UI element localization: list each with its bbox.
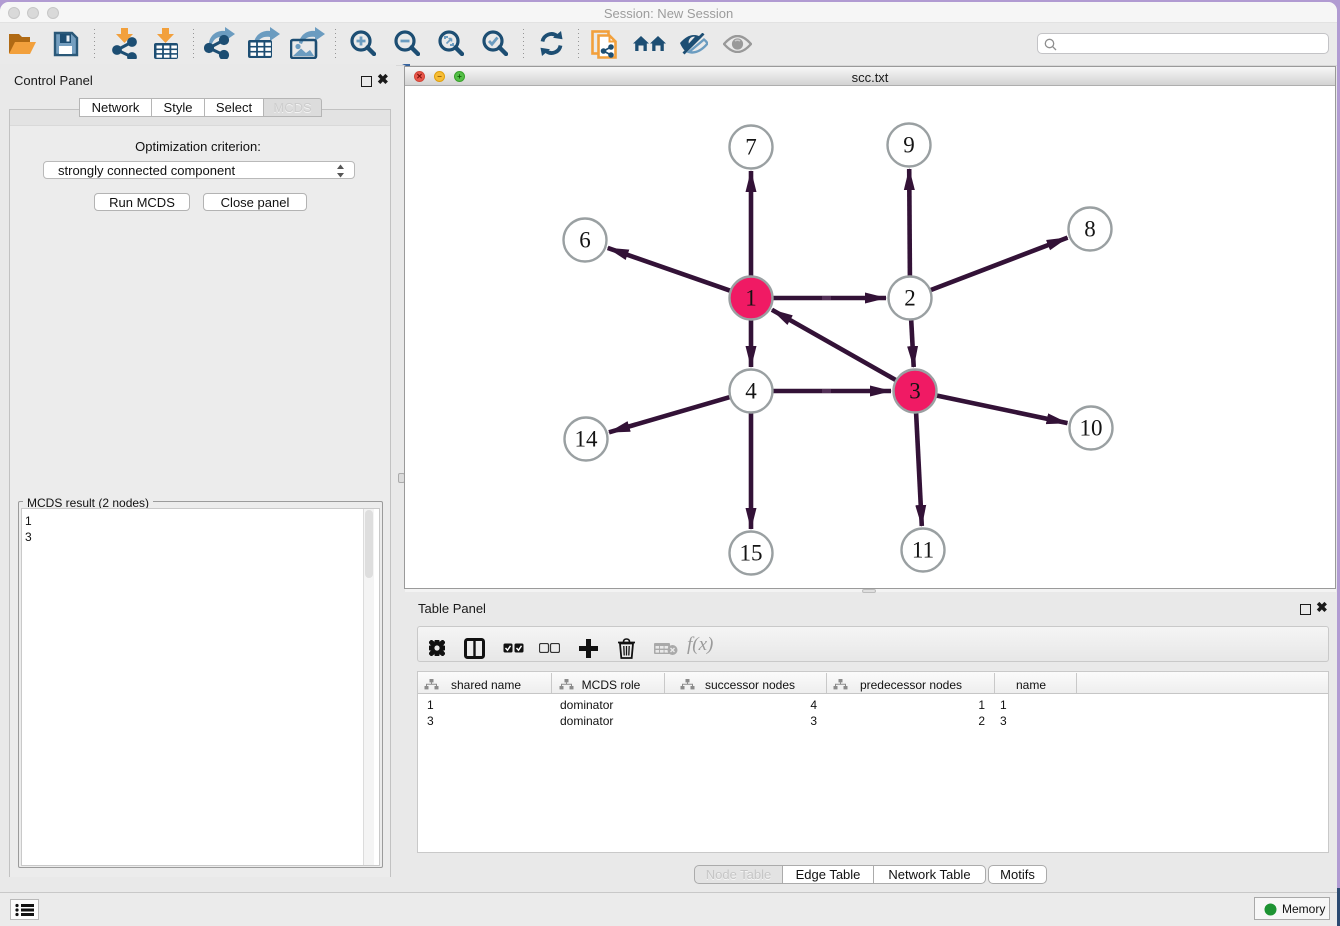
svg-text:4: 4 <box>745 379 757 404</box>
svg-text:7: 7 <box>745 135 757 160</box>
svg-text:8: 8 <box>1084 217 1096 242</box>
svg-text:14: 14 <box>575 427 599 452</box>
svg-text:9: 9 <box>903 133 915 158</box>
svg-text:10: 10 <box>1080 416 1103 441</box>
svg-text:11: 11 <box>912 538 934 563</box>
svg-text:6: 6 <box>579 228 591 253</box>
svg-text:1: 1 <box>745 286 757 311</box>
svg-text:15: 15 <box>740 541 763 566</box>
svg-text:2: 2 <box>904 286 916 311</box>
svg-text:3: 3 <box>909 379 921 404</box>
